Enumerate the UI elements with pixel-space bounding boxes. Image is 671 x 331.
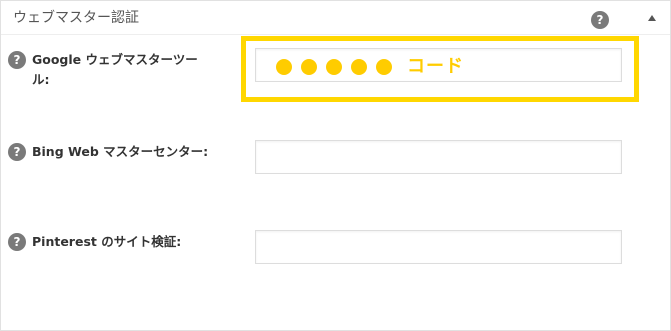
question-circle-icon[interactable]: ?: [8, 143, 26, 161]
collapse-toggle-button[interactable]: [645, 11, 659, 25]
panel-header: ウェブマスター認証 ?: [1, 1, 670, 35]
bing-webmaster-label: Bing Web マスターセンター:: [32, 144, 209, 159]
cursor-mark: ヽ: [594, 35, 604, 45]
google-webmaster-label: Google ウェブマスターツール:: [32, 52, 198, 87]
bing-webmaster-input[interactable]: [255, 140, 622, 174]
question-circle-icon[interactable]: ?: [591, 11, 609, 29]
question-circle-icon[interactable]: ?: [8, 51, 26, 69]
panel-title: ウェブマスター認証: [13, 10, 139, 26]
pinterest-verification-label: Pinterest のサイト検証:: [32, 234, 182, 249]
google-webmaster-input[interactable]: [255, 48, 622, 82]
pinterest-verification-input[interactable]: [255, 230, 622, 264]
triangle-up-icon: [648, 15, 656, 21]
question-circle-icon[interactable]: ?: [8, 233, 26, 251]
